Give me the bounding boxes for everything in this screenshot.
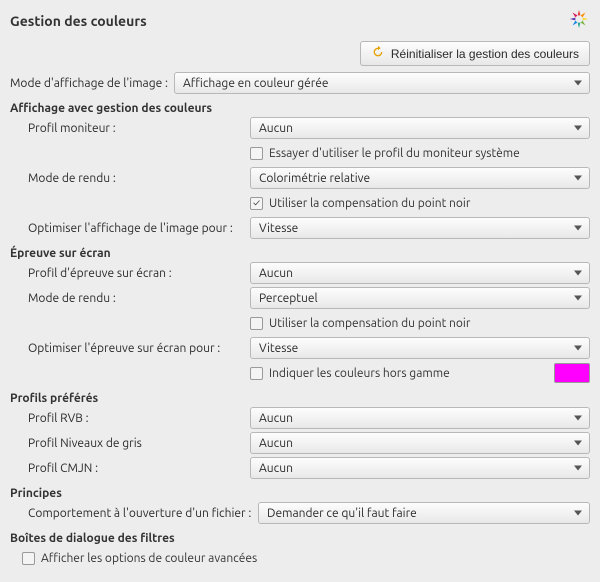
use-system-monitor-profile-label: Essayer d'utiliser le profil du moniteur… [269,147,520,160]
checkbox-icon: ✓ [22,552,35,565]
section-preferred-profiles: Profils préférés [10,392,590,405]
monitor-profile-select[interactable]: Aucun [250,117,590,139]
monitor-profile-value: Aucun [259,122,293,135]
section-filter-dialogs: Boîtes de dialogue des filtres [10,532,590,545]
softproof-profile-select[interactable]: Aucun [250,262,590,284]
cmyk-profile-label: Profil CMJN : [10,462,250,475]
display-optimize-value: Vitesse [259,222,298,235]
softproof-optimize-select[interactable]: Vitesse [250,337,590,359]
file-open-behavior-value: Demander ce qu'il faut faire [267,507,417,520]
display-bpc-label: Utiliser la compensation du point noir [269,197,470,210]
cmyk-profile-select[interactable]: Aucun [250,457,590,479]
display-optimize-select[interactable]: Vitesse [250,217,590,239]
display-bpc-checkbox[interactable]: ✓ Utiliser la compensation du point noir [250,197,590,210]
grayscale-profile-select[interactable]: Aucun [250,432,590,454]
checkbox-icon: ✓ [250,317,263,330]
app-logo-icon [568,8,590,33]
softproof-profile-value: Aucun [259,267,293,280]
mark-out-of-gamut-checkbox[interactable]: ✓ Indiquer les couleurs hors gamme [250,367,450,380]
use-system-monitor-profile-checkbox[interactable]: ✓ Essayer d'utiliser le profil du monite… [250,147,590,160]
checkbox-icon: ✓ [250,147,263,160]
reset-button-label: Réinitialiser la gestion des couleurs [391,47,579,61]
mark-out-of-gamut-label: Indiquer les couleurs hors gamme [269,367,450,380]
page-title: Gestion des couleurs [10,13,147,29]
reset-color-management-button[interactable]: Réinitialiser la gestion des couleurs [360,41,590,66]
section-policies: Principes [10,487,590,500]
checkbox-icon: ✓ [250,367,263,380]
display-optimize-label: Optimiser l'affichage de l'image pour : [10,222,250,235]
checkbox-icon: ✓ [250,197,263,210]
show-advanced-color-options-label: Afficher les options de couleur avancées [41,552,257,565]
rgb-profile-value: Aucun [259,412,293,425]
reset-icon [371,45,385,62]
softproof-rendering-intent-select[interactable]: Perceptuel [250,287,590,309]
file-open-behavior-label: Comportement à l'ouverture d'un fichier … [10,507,258,520]
rgb-profile-select[interactable]: Aucun [250,407,590,429]
image-display-mode-select[interactable]: Affichage en couleur gérée [174,72,590,94]
monitor-profile-label: Profil moniteur : [10,122,250,135]
section-softproof: Épreuve sur écran [10,247,590,260]
display-rendering-intent-select[interactable]: Colorimétrie relative [250,167,590,189]
softproof-rendering-intent-label: Mode de rendu : [10,292,250,305]
show-advanced-color-options-checkbox[interactable]: ✓ Afficher les options de couleur avancé… [10,552,257,565]
display-rendering-intent-value: Colorimétrie relative [259,172,370,185]
grayscale-profile-label: Profil Niveaux de gris [10,437,250,450]
softproof-rendering-intent-value: Perceptuel [259,292,318,305]
file-open-behavior-select[interactable]: Demander ce qu'il faut faire [258,502,590,524]
rgb-profile-label: Profil RVB : [10,412,250,425]
section-color-managed-display: Affichage avec gestion des couleurs [10,102,590,115]
image-display-mode-label: Mode d'affichage de l'image : [10,77,168,90]
cmyk-profile-value: Aucun [259,462,293,475]
softproof-profile-label: Profil d'épreuve sur écran : [10,267,250,280]
gamut-warning-color-swatch[interactable] [554,363,590,383]
softproof-bpc-label: Utiliser la compensation du point noir [269,317,470,330]
softproof-optimize-label: Optimiser l'épreuve sur écran pour : [10,342,250,355]
softproof-bpc-checkbox[interactable]: ✓ Utiliser la compensation du point noir [250,317,590,330]
softproof-optimize-value: Vitesse [259,342,298,355]
image-display-mode-value: Affichage en couleur gérée [183,77,329,90]
display-rendering-intent-label: Mode de rendu : [10,172,250,185]
grayscale-profile-value: Aucun [259,437,293,450]
